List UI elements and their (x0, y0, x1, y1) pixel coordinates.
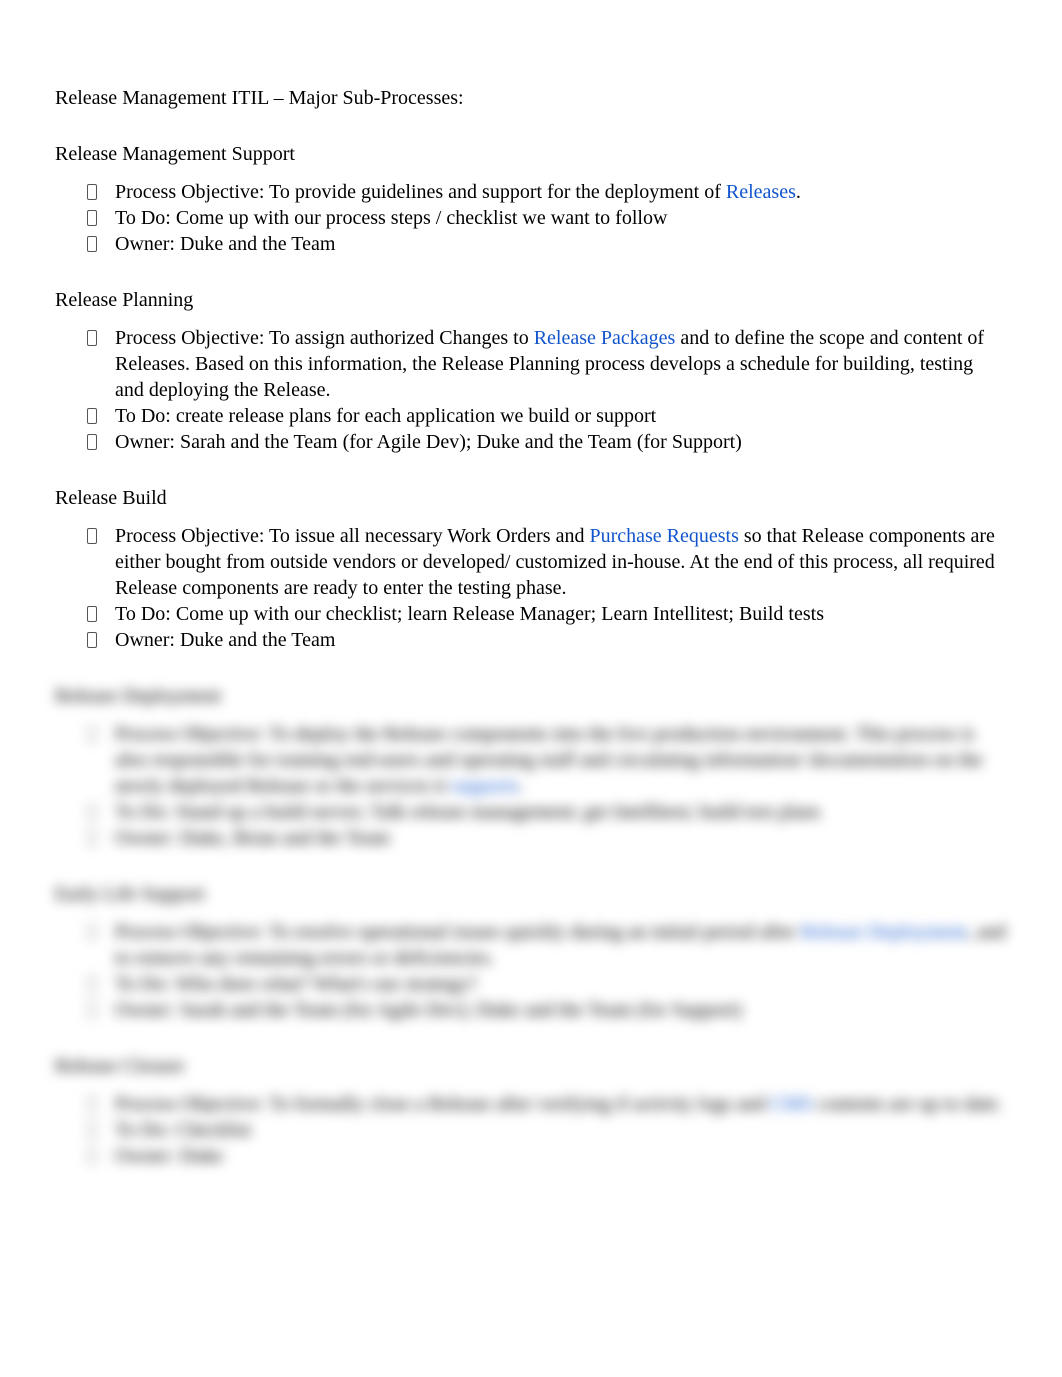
list-item: To Do: create release plans for each app… (87, 403, 1007, 429)
list-item: Process Objective: To deploy the Release… (87, 721, 1007, 799)
list-item: Process Objective: To issue all necessar… (87, 523, 1007, 601)
list-item: Process Objective: To resolve operationa… (87, 919, 1007, 971)
page-title: Release Management ITIL – Major Sub-Proc… (55, 85, 1007, 111)
section-heading-support: Release Management Support (55, 141, 1007, 167)
list-item: To Do: Stand up a build server; Talk rel… (87, 799, 1007, 825)
list-item: Owner: Sarah and the Team (for Agile Dev… (87, 997, 1007, 1023)
list-item: To Do: Who does what? What's our strateg… (87, 971, 1007, 997)
section-heading-early-life: Early Life Support (55, 881, 1007, 907)
list-item: Owner: Duke (87, 1143, 1007, 1169)
list-early-life: Process Objective: To resolve operationa… (55, 919, 1007, 1023)
objective-pre: Process Objective: To resolve operationa… (115, 921, 801, 943)
supports-link[interactable]: supports (451, 775, 519, 797)
list-item: Process Objective: To provide guidelines… (87, 179, 1007, 205)
release-deployment-link[interactable]: Release Deployment (801, 921, 967, 943)
cms-link[interactable]: CMS (770, 1093, 812, 1115)
list-item: Owner: Duke, Brian and the Team (87, 825, 1007, 851)
list-build: Process Objective: To issue all necessar… (55, 523, 1007, 653)
purchase-requests-link[interactable]: Purchase Requests (589, 525, 738, 547)
objective-post: . (519, 775, 524, 797)
list-item: To Do: Come up with our process steps / … (87, 205, 1007, 231)
objective-post: contents are up to date. (813, 1093, 1003, 1115)
list-item: Owner: Sarah and the Team (for Agile Dev… (87, 429, 1007, 455)
section-heading-deployment: Release Deployment (55, 683, 1007, 709)
list-deployment: Process Objective: To deploy the Release… (55, 721, 1007, 851)
list-item: Owner: Duke and the Team (87, 627, 1007, 653)
objective-pre: Process Objective: To deploy the Release… (115, 723, 983, 797)
objective-pre: Process Objective: To provide guidelines… (115, 181, 726, 203)
section-heading-closure: Release Closure (55, 1053, 1007, 1079)
list-item: Process Objective: To assign authorized … (87, 325, 1007, 403)
list-closure: Process Objective: To formally close a R… (55, 1091, 1007, 1169)
section-heading-planning: Release Planning (55, 287, 1007, 313)
list-item: Process Objective: To formally close a R… (87, 1091, 1007, 1117)
objective-pre: Process Objective: To formally close a R… (115, 1093, 770, 1115)
objective-pre: Process Objective: To issue all necessar… (115, 525, 589, 547)
list-item: To Do: Checklist (87, 1117, 1007, 1143)
section-heading-build: Release Build (55, 485, 1007, 511)
releases-link[interactable]: Releases (726, 181, 796, 203)
objective-pre: Process Objective: To assign authorized … (115, 327, 534, 349)
list-item: Owner: Duke and the Team (87, 231, 1007, 257)
objective-post: . (796, 181, 801, 203)
blurred-content: Release Deployment Process Objective: To… (55, 683, 1007, 1169)
list-support: Process Objective: To provide guidelines… (55, 179, 1007, 257)
release-packages-link[interactable]: Release Packages (534, 327, 676, 349)
list-planning: Process Objective: To assign authorized … (55, 325, 1007, 455)
list-item: To Do: Come up with our checklist; learn… (87, 601, 1007, 627)
